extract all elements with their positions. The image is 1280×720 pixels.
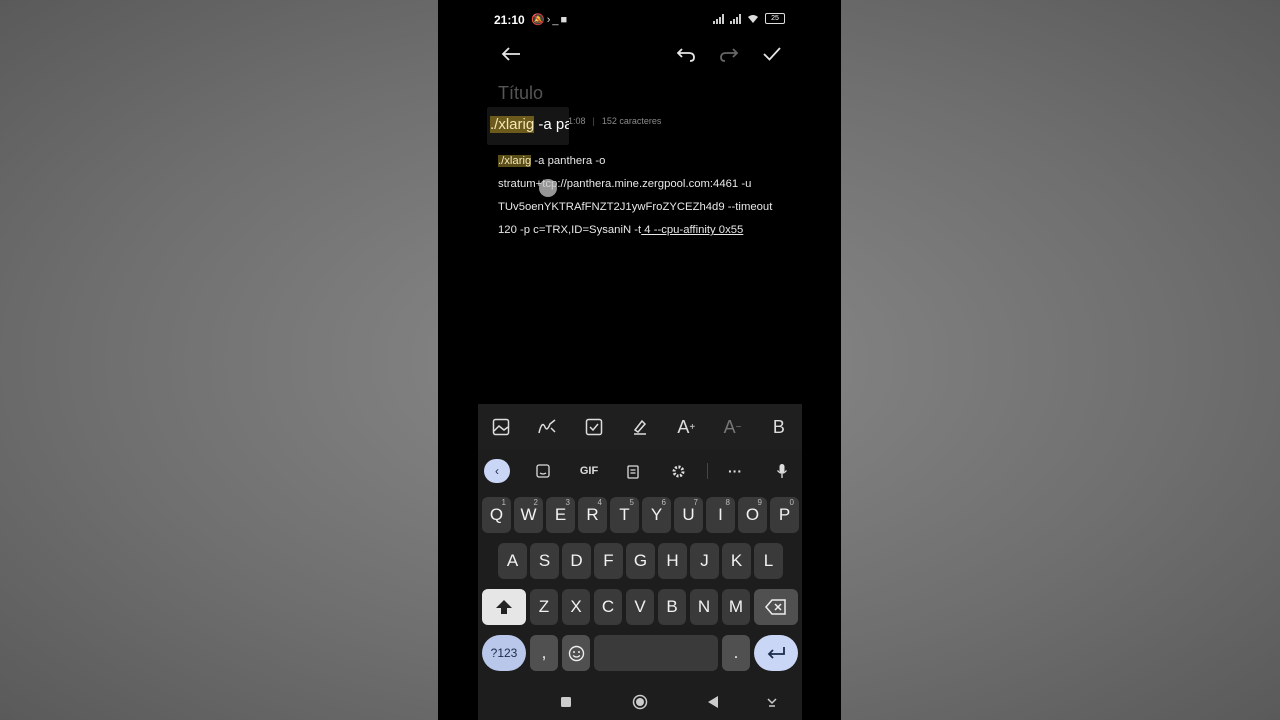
font-size-down-button[interactable]: A − [718,412,748,442]
char-count: 152 caracteres [601,116,662,126]
highlighter-icon[interactable] [625,412,655,442]
backspace-key[interactable] [754,589,798,625]
period-key[interactable]: . [722,635,750,671]
key-p[interactable]: P0 [770,497,799,533]
redo-icon[interactable] [717,42,741,66]
status-right-icons: 25 [713,13,785,24]
key-g[interactable]: G [626,543,655,579]
clipboard-icon[interactable] [622,459,644,483]
key-x[interactable]: X [562,589,590,625]
magnifier-highlight: ./xlarig [490,116,535,133]
more-options-icon[interactable]: ··· [724,459,746,483]
font-size-up-button[interactable]: A + [671,412,701,442]
home-circle-icon[interactable] [631,693,649,711]
checklist-icon[interactable] [579,412,609,442]
formatting-toolbar: A + A − B [478,404,802,450]
signal-icon [713,13,724,24]
note-time: 1:08 [568,116,586,126]
handwriting-icon[interactable] [532,412,562,442]
key-a[interactable]: A [498,543,527,579]
key-m[interactable]: M [722,589,750,625]
back-arrow-icon[interactable] [499,42,523,66]
key-r[interactable]: R4 [578,497,607,533]
enter-icon [767,647,785,659]
key-u[interactable]: U7 [674,497,703,533]
wifi-icon [748,14,758,23]
hide-keyboard-icon[interactable] [763,693,781,711]
body-line: ./xlarig -a panthera -o [498,155,606,167]
sticker-icon[interactable] [532,459,554,483]
insert-image-icon[interactable] [486,412,516,442]
body-line: 120 -p c=TRX,ID=SysaniN -t 4 --cpu-affin… [498,224,744,236]
toolbar-divider [707,463,708,479]
save-check-icon[interactable] [760,42,784,66]
key-v[interactable]: V [626,589,654,625]
key-n[interactable]: N [690,589,718,625]
key-i[interactable]: I8 [706,497,735,533]
gif-button[interactable]: GIF [574,459,604,483]
key-o[interactable]: O9 [738,497,767,533]
enter-key[interactable] [754,635,798,671]
collapse-chevron-icon[interactable]: ‹ [484,459,510,483]
key-q[interactable]: Q1 [482,497,511,533]
key-w[interactable]: W2 [514,497,543,533]
key-h[interactable]: H [658,543,687,579]
settings-gear-icon[interactable] [667,459,689,483]
composing-text: 4 --cpu-affinity 0x55 [641,224,744,236]
shift-key[interactable] [482,589,526,625]
body-line: TUv5oenYKTRAfFNZT2J1ywFroZYCEZh4d9 --tim… [498,201,773,213]
shift-arrow-icon [496,600,512,614]
note-title-input[interactable]: Título [498,83,543,104]
key-y[interactable]: Y6 [642,497,671,533]
microphone-icon[interactable] [771,459,793,483]
backspace-icon [765,599,786,615]
key-d[interactable]: D [562,543,591,579]
key-s[interactable]: S [530,543,559,579]
emoji-icon [568,645,584,661]
battery-icon: 25 [765,13,785,24]
key-b[interactable]: B [658,589,686,625]
emoji-key[interactable] [562,635,590,671]
key-j[interactable]: J [690,543,719,579]
notification-icons: 🔕›_■ [531,14,570,26]
note-meta: 1:08 | 152 caracteres [568,116,662,126]
undo-icon[interactable] [674,42,698,66]
selected-text: ./xlarig [498,155,532,167]
status-bar: 21:10 🔕›_■ 25 [438,0,841,40]
back-triangle-icon[interactable] [704,693,722,711]
key-z[interactable]: Z [530,589,558,625]
navigation-bar [438,684,841,720]
key-t[interactable]: T5 [610,497,639,533]
recents-square-icon[interactable] [557,693,575,711]
key-c[interactable]: C [594,589,622,625]
touch-indicator [539,179,557,197]
bold-button[interactable]: B [764,412,794,442]
magnifier-text: -a pa [534,116,569,133]
symbols-key[interactable]: ?123 [482,635,526,671]
key-l[interactable]: L [754,543,783,579]
status-time: 21:10 [494,13,525,27]
comma-key[interactable]: , [530,635,558,671]
signal-icon-2 [730,13,741,24]
keyboard: ‹ GIF ··· Q1 W2 E3 R4 T5 Y6 U7 I8 O9 P 0… [478,450,802,720]
key-e[interactable]: E3 [546,497,575,533]
text-magnifier: ./xlarig -a pa [487,107,569,145]
key-k[interactable]: K [722,543,751,579]
spacebar[interactable] [594,635,718,671]
keyboard-toolbar: ‹ GIF ··· [478,450,802,492]
key-f[interactable]: F [594,543,623,579]
phone-screen: 21:10 🔕›_■ 25 Título 1:08 | 152 caracteres… [438,0,841,720]
